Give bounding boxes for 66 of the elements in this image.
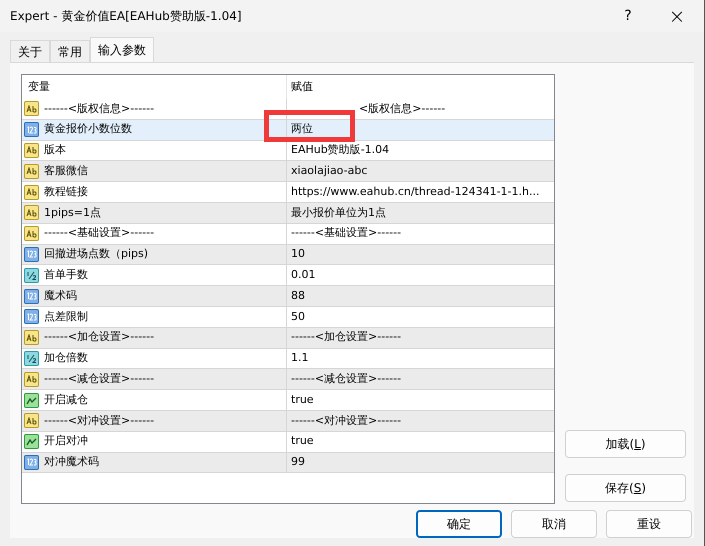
parameter-row[interactable]: 回撤进场点数（pips) 10 — [22, 244, 554, 266]
value-cell-text: https://www.eahub.cn/thread-124341-1-1.h... — [290, 184, 540, 200]
parameter-row[interactable]: ------<版权信息>------ <版权信息>------ — [22, 99, 554, 120]
value-cell-text: 99 — [290, 454, 306, 470]
variable-name: 加仓倍数 — [44, 350, 88, 366]
variable-name: ------<基础设置>------ — [44, 225, 154, 242]
parameter-row[interactable]: 客服微信 xiaolajiao-abc — [22, 161, 554, 182]
value-cell-text: 88 — [290, 288, 306, 304]
variable-name: 开启减仓 — [44, 392, 88, 408]
variable-name: 对冲魔术码 — [44, 454, 99, 470]
variable-name: ------<加仓设置>------ — [44, 329, 154, 346]
value-cell-text: 50 — [290, 308, 306, 325]
help-button[interactable]: ? — [606, 0, 650, 32]
parameter-row[interactable]: ------<减仓设置>------ ------<减仓设置>------ — [22, 369, 554, 390]
value-cell-text: 10 — [290, 246, 306, 262]
parameter-row[interactable]: ------<基础设置>------ ------<基础设置>------ — [22, 224, 554, 245]
parameter-row[interactable]: 1pips=1点 最小报价单位为1点 — [22, 202, 554, 224]
parameter-row[interactable]: 教程链接 https://www.eahub.cn/thread-124341-1-1.h... — [22, 182, 554, 203]
variable-name: 版本 — [44, 142, 66, 158]
variable-name: 魔术码 — [44, 288, 77, 304]
variable-name: ------<对冲设置>------ — [44, 412, 154, 429]
dialog-button[interactable]: 重设 — [606, 510, 692, 538]
variable-name: 黄金报价小数位数 — [44, 121, 132, 138]
value-cell-text: true — [290, 392, 315, 408]
variable-name: 客服微信 — [44, 163, 88, 180]
parameter-row[interactable]: 点差限制 50 — [22, 306, 554, 328]
dialog-button[interactable]: 取消 — [511, 510, 597, 538]
variable-name: ------<减仓设置>------ — [44, 371, 154, 387]
variable-name: ------<版权信息>------ — [44, 100, 154, 117]
value-cell-text: 两位 — [290, 121, 314, 138]
dialog-button[interactable]: 确定 — [416, 510, 502, 538]
variable-name: 1pips=1点 — [44, 204, 101, 221]
parameter-row[interactable]: 首单手数 0.01 — [22, 265, 554, 286]
value-cell-text: ------<加仓设置>------ — [290, 329, 402, 346]
parameter-row[interactable]: 黄金报价小数位数 两位 — [22, 120, 554, 141]
parameter-row[interactable]: 加仓倍数 1.1 — [22, 348, 554, 370]
parameter-row[interactable]: 开启对冲 true — [22, 432, 554, 453]
value-cell-text: <版权信息>------ — [358, 100, 446, 117]
tab[interactable]: 输入参数 — [90, 37, 154, 62]
column-header[interactable]: 赋值 — [287, 75, 554, 99]
value-cell-text: ------<基础设置>------ — [290, 225, 402, 242]
value-cell-text: ------<对冲设置>------ — [290, 412, 402, 429]
parameter-row[interactable]: 开启减仓 true — [22, 390, 554, 411]
variable-name: 回撤进场点数（pips) — [44, 246, 148, 262]
variable-name: 教程链接 — [44, 184, 88, 200]
value-cell-text: 0.01 — [290, 267, 316, 284]
parameter-row[interactable]: ------<加仓设置>------ ------<加仓设置>------ — [22, 328, 554, 349]
parameter-row[interactable]: 对冲魔术码 99 — [22, 452, 554, 474]
variable-name: 点差限制 — [44, 308, 88, 325]
tab[interactable]: 关于 — [10, 40, 50, 62]
value-cell-text: EAHub赞助版-1.04 — [290, 142, 390, 158]
value-cell-text: 最小报价单位为1点 — [290, 204, 387, 221]
close-button[interactable]: × — [650, 0, 704, 32]
value-cell-text: true — [290, 433, 315, 450]
value-cell-text: ------<减仓设置>------ — [290, 371, 402, 387]
parameter-row[interactable]: ------<对冲设置>------ ------<对冲设置>------ — [22, 410, 554, 432]
load-button[interactable]: 加载(L) — [565, 430, 686, 458]
tab[interactable]: 常用 — [50, 40, 90, 62]
value-cell-text: xiaolajiao-abc — [290, 163, 368, 180]
variable-name: 开启对冲 — [44, 433, 88, 450]
value-cell-text: 1.1 — [290, 350, 310, 366]
save-button[interactable]: 保存(S) — [565, 474, 686, 502]
parameter-row[interactable]: 版本 EAHub赞助版-1.04 — [22, 140, 554, 162]
window-title: Expert - 黄金价值EA[EAHub赞助版-1.04] — [10, 8, 242, 25]
variable-name: 首单手数 — [44, 267, 88, 284]
parameter-row[interactable]: 魔术码 88 — [22, 286, 554, 307]
